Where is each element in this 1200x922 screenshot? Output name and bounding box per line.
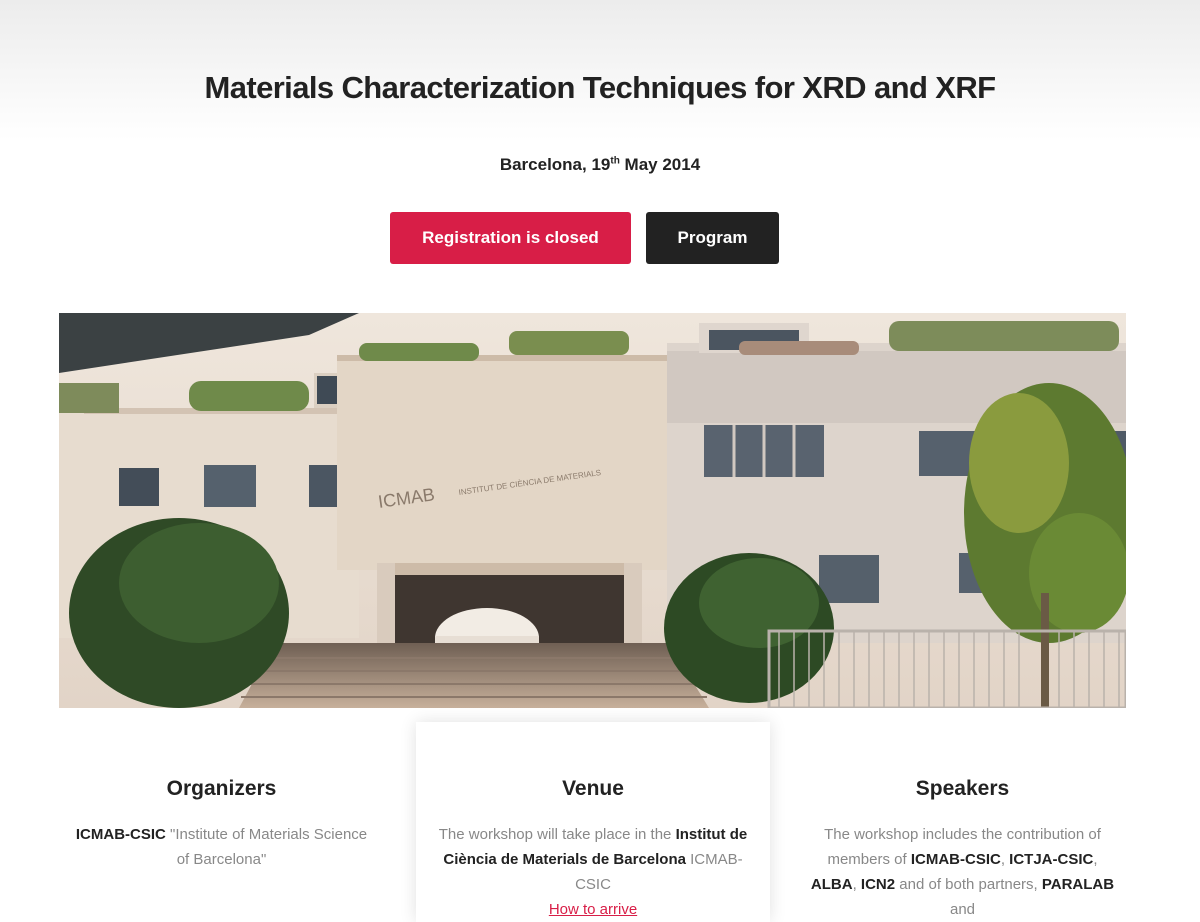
location-date-text: Barcelona, 19	[499, 155, 611, 174]
building-illustration: ICMAB INSTITUT DE CIÈNCIA DE MATERIALS	[59, 313, 1126, 708]
event-date-location: Barcelona, 19th May 2014	[0, 155, 1200, 175]
organizer-icmab: ICMAB-CSIC	[75, 826, 166, 843]
organizers-card: Organizers ICMAB-CSIC "Institute of Mate…	[59, 722, 384, 922]
venue-text: The workshop will take place in the Inst…	[426, 822, 760, 922]
hero-building-photo: ICMAB INSTITUT DE CIÈNCIA DE MATERIALS	[59, 313, 1126, 708]
speaker-icn2: ICN2	[860, 876, 896, 893]
speakers-card: Speakers The workshop includes the contr…	[800, 722, 1125, 922]
program-button[interactable]: Program	[646, 212, 779, 264]
speakers-heading: Speakers	[915, 777, 1010, 800]
venue-intro: The workshop will take place in the	[438, 826, 676, 843]
venue-heading: Venue	[562, 777, 624, 800]
how-to-arrive-link[interactable]: How to arrive	[549, 901, 637, 918]
organizers-heading: Organizers	[166, 777, 277, 800]
date-month-year: May 2014	[619, 155, 701, 174]
speakers-text: The workshop includes the contribution o…	[810, 822, 1115, 922]
speakers-partners-text: and of both partners,	[895, 876, 1042, 893]
speakers-sep: ,	[1000, 851, 1010, 868]
organizer-description: "Institute of Materials Science of Barce…	[165, 826, 368, 868]
venue-card: Venue The workshop will take place in th…	[416, 722, 770, 922]
speaker-paralab: PARALAB	[1041, 876, 1115, 893]
speaker-alba: ALBA	[810, 876, 853, 893]
page-title: Materials Characterization Techniques fo…	[204, 70, 996, 105]
speakers-sep: ,	[1093, 851, 1098, 868]
organizers-text: ICMAB-CSIC "Institute of Materials Scien…	[69, 822, 374, 872]
date-ordinal: th	[610, 155, 620, 167]
speaker-ictja-csic: ICTJA-CSIC	[1009, 851, 1094, 868]
speaker-icmab-csic: ICMAB-CSIC	[910, 851, 1001, 868]
registration-closed-button[interactable]: Registration is closed	[390, 212, 631, 264]
speakers-sep: ,	[852, 876, 861, 893]
speakers-and: and	[949, 901, 976, 918]
